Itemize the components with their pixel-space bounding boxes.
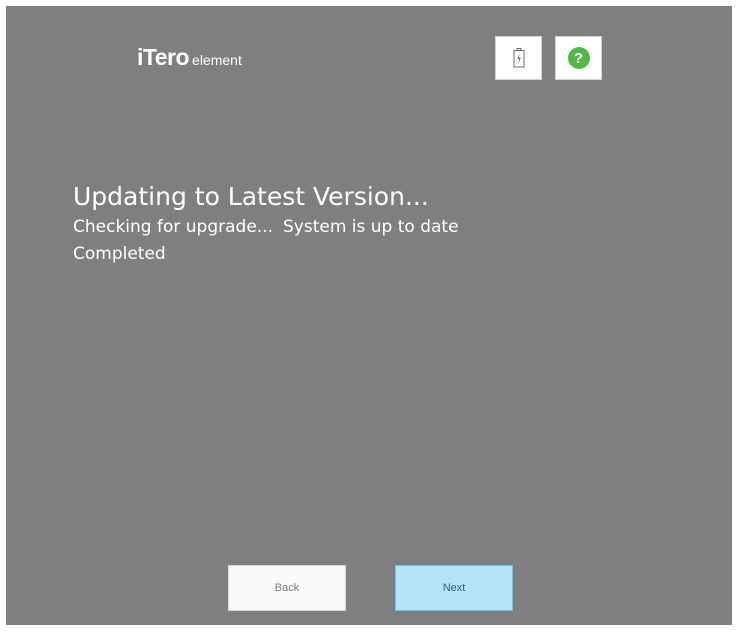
back-button[interactable]: Back — [228, 565, 346, 611]
itero-element-logo: iTero element — [137, 46, 242, 69]
page-title: Updating to Latest Version... — [73, 182, 429, 211]
logo-product: element — [192, 52, 242, 68]
status-check-text: Checking for upgrade... — [73, 217, 273, 237]
help-question-icon: ? — [567, 47, 590, 69]
next-button[interactable]: Next — [395, 565, 513, 611]
battery-charging-icon — [513, 48, 524, 68]
battery-button[interactable] — [495, 36, 542, 80]
update-screen: iTero element ? Updating to Latest Versio… — [6, 6, 732, 625]
status-completed-text: Completed — [73, 244, 166, 264]
help-button[interactable]: ? — [555, 36, 602, 80]
status-result-text: System is up to date — [283, 217, 459, 237]
logo-brand: iTero — [137, 44, 190, 70]
upgrade-status-line: Checking for upgrade... System is up to d… — [73, 217, 459, 237]
